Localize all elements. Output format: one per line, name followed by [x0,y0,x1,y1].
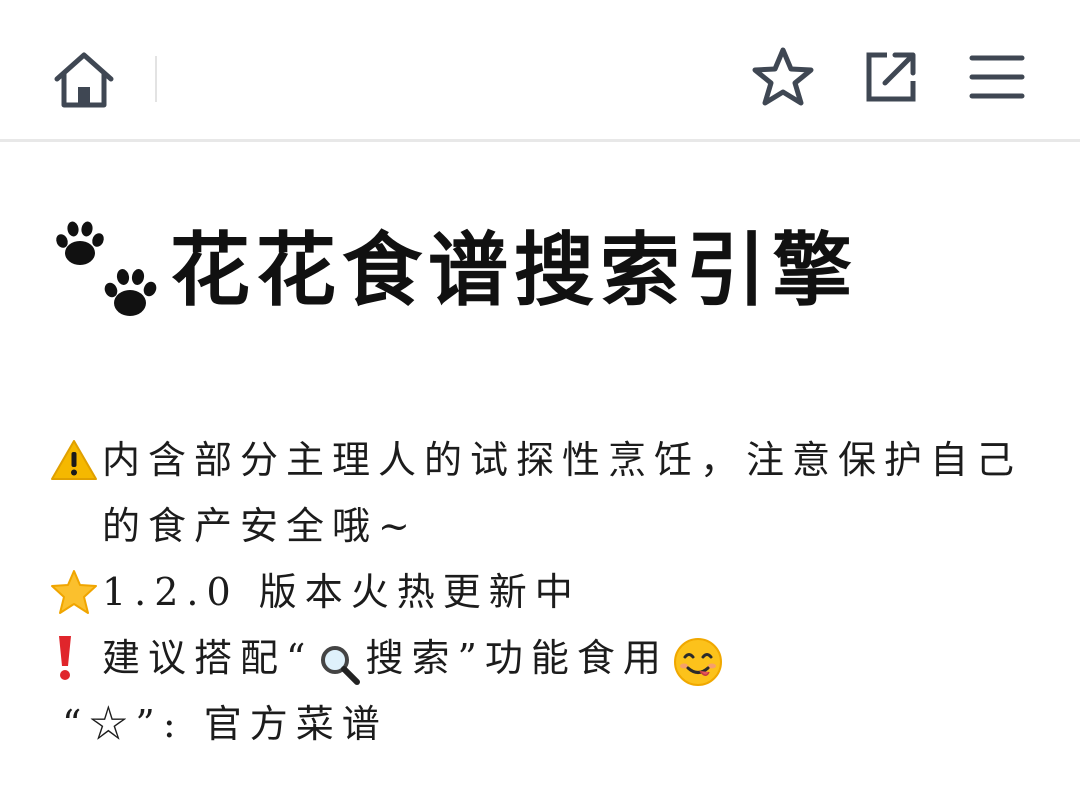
top-toolbar [0,0,1080,142]
toolbar-divider [155,56,157,102]
favorite-button[interactable] [746,42,820,112]
home-icon [54,52,114,108]
star-icon [752,47,814,106]
notice-list: 内含部分主理人的试探性烹饪，注意保护自己的食产安全哦~ 1.2.0 版本火热更新… [50,427,1030,757]
open-external-button[interactable] [858,46,924,108]
notice-search-tip-text: 建议搭配“ 搜索”功能食用 [102,625,1030,691]
share-icon [866,52,916,102]
star-emoji-icon [50,559,102,625]
notice-safety-text: 内含部分主理人的试探性烹饪，注意保护自己的食产安全哦~ [102,438,1023,548]
exclamation-icon [50,625,102,691]
home-button[interactable] [46,44,122,114]
page-content: 花花食谱搜索引擎 内含部分主理人的试探性烹饪，注意保护自己的食产安全哦~ 1.2… [0,145,1080,810]
search-tip-after: ”功能食用 [457,636,669,680]
notice-version-text: 1.2.0 版本火热更新中 [102,570,581,614]
title-text: 花花食谱搜索引擎 [170,223,858,317]
search-tip-before: 建议搭配“ [102,636,314,680]
warning-icon [50,427,102,493]
notice-legend: “☆”: 官方菜谱 [50,691,1030,757]
notice-legend-text: “☆”: 官方菜谱 [62,702,388,746]
search-tip-word: 搜索 [365,636,458,680]
notice-safety: 内含部分主理人的试探性烹饪，注意保护自己的食产安全哦~ [50,427,1030,559]
notice-version: 1.2.0 版本火热更新中 [50,559,1030,625]
page-title: 花花食谱搜索引擎 [50,215,858,325]
menu-button[interactable] [966,48,1028,106]
notice-search-tip: 建议搭配“ 搜索”功能食用 [50,625,1030,691]
yum-face-icon [673,637,723,687]
paw-prints-icon [50,215,168,325]
magnifier-icon [317,640,361,685]
menu-icon [969,55,1025,99]
